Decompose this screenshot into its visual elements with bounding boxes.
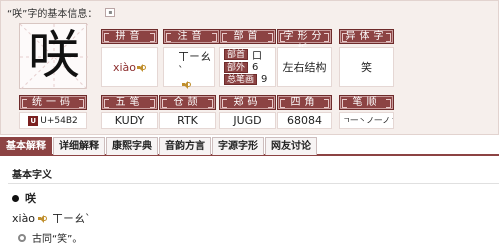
wubi-header: 五笔 — [101, 95, 158, 110]
bubihua-tag: 部外 — [224, 61, 249, 73]
tab-etymology[interactable]: 字源字形 — [212, 137, 264, 155]
tab-kangxi[interactable]: 康熙字典 — [106, 137, 158, 155]
speaker-icon[interactable] — [182, 80, 191, 89]
bubihua-value: 6 — [252, 61, 259, 73]
zhuyin-cell: ㄒㄧㄠˋ — [163, 47, 215, 89]
bushou-line: 部首 口 — [224, 48, 263, 62]
divider — [8, 183, 499, 184]
bishun-value: 丨ㄱ一丶ノ一ノ丶 — [340, 116, 393, 125]
speaker-icon[interactable] — [38, 214, 48, 223]
wubi-value: KUDY — [114, 114, 145, 127]
unicode-value: U+54B2 — [40, 115, 78, 126]
entry-pinyin: xiào — [12, 211, 36, 225]
zhuyin-header: 注音 — [163, 29, 220, 44]
variant-cell: 笑 — [339, 47, 394, 87]
sijiao-cell: 68084 — [277, 112, 332, 129]
bubihua-line: 部外 6 — [224, 61, 258, 74]
wubi-cell: KUDY — [101, 112, 158, 129]
unicode-logo-icon: U — [28, 115, 39, 126]
bushou-header: 部首 — [219, 29, 276, 44]
zhengma-value: JUGD — [233, 114, 262, 127]
cangjie-header: 仓颉 — [159, 95, 216, 110]
big-character: 咲 — [27, 26, 80, 86]
zhengma-cell: JUGD — [219, 112, 276, 129]
tab-phonology[interactable]: 音韵方言 — [159, 137, 211, 155]
bullet-icon — [12, 194, 19, 202]
info-title: “咲”字的基本信息： — [7, 8, 98, 20]
zhengma-header: 郑码 — [219, 95, 276, 110]
tab-basic[interactable]: 基本解释 — [0, 137, 52, 155]
variant-header: 异体字 — [339, 29, 394, 44]
structure-cell: 左右结构 — [277, 47, 332, 87]
bushou-value: 口 — [252, 51, 263, 62]
pinyin-header: 拼音 — [101, 29, 158, 44]
sijiao-value: 68084 — [287, 114, 322, 127]
bishun-cell: 丨ㄱ一丶ノ一ノ丶 — [339, 112, 394, 129]
unicode-cell: U U+54B2 — [19, 112, 87, 129]
section-title: 基本字义 — [12, 170, 52, 181]
entry-char: 咲 — [25, 192, 36, 205]
sijiao-header: 四角 — [277, 95, 332, 110]
variant-value[interactable]: 笑 — [361, 59, 372, 75]
bushou-cell: 部首 口 部外 6 总笔画 9 — [219, 47, 276, 87]
cangjie-cell: RTK — [159, 112, 216, 129]
zongbihua-tag: 总笔画 — [224, 74, 258, 86]
tab-detailed[interactable]: 详细解释 — [53, 137, 105, 155]
zongbihua-line: 总笔画 9 — [224, 74, 267, 87]
entry-heading: 咲 — [12, 190, 36, 206]
cangjie-value: RTK — [177, 114, 198, 127]
pinyin-value: xiào — [112, 60, 137, 74]
tab-discussion[interactable]: 网友讨论 — [265, 137, 317, 155]
speaker-icon[interactable] — [137, 63, 147, 72]
meaning-item: 古同“笑”。 — [18, 230, 82, 245]
character-info-panel: “咲”字的基本信息： ▪ 咲 拼音 注音 部首 字形分析 异体字 xiào ㄒㄧ… — [0, 0, 499, 135]
character-grid-box: 咲 — [19, 23, 88, 90]
bishun-header: 笔顺 — [339, 95, 394, 110]
structure-header: 字形分析 — [277, 29, 332, 55]
print-icon[interactable]: ▪ — [105, 7, 116, 17]
unicode-header: 统一码 — [19, 95, 87, 110]
zongbihua-value: 9 — [261, 74, 268, 86]
bushou-tag: 部首 — [224, 49, 249, 60]
info-title-row: “咲”字的基本信息： ▪ — [7, 5, 116, 20]
meaning-text: 古同“笑”。 — [32, 234, 83, 245]
entry-zhuyin: ㄒㄧㄠˋ — [52, 212, 91, 225]
pinyin-cell: xiào — [101, 47, 158, 87]
pronunciation-line: xiào ㄒㄧㄠˋ — [12, 210, 91, 226]
circle-bullet-icon — [18, 233, 26, 242]
structure-value: 左右结构 — [282, 61, 327, 74]
explanation-tabs: 基本解释 详细解释 康熙字典 音韵方言 字源字形 网友讨论 — [0, 137, 499, 156]
zhuyin-value: ㄒㄧㄠˋ — [178, 50, 211, 77]
